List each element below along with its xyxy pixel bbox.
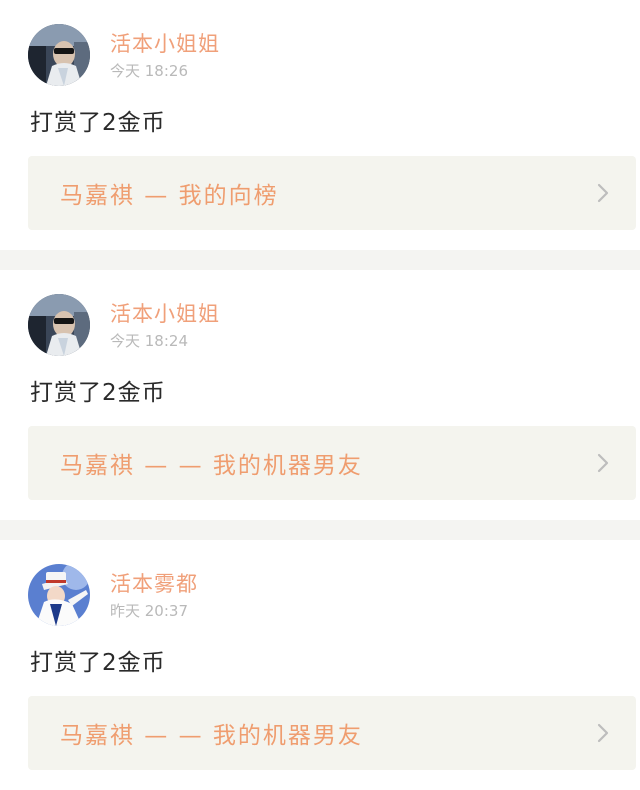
reward-feed: 活本小姐姐 今天 18:26 打赏了2金币 马嘉祺 — 我的向榜 活本小姐姐 今… — [0, 0, 640, 790]
divider — [0, 250, 640, 270]
avatar-anime-character — [28, 564, 90, 626]
work-link[interactable]: 马嘉祺 — — 我的机器男友 — [28, 696, 636, 770]
avatar[interactable] — [28, 294, 90, 356]
avatar-photo-driver — [28, 294, 90, 356]
user-name[interactable]: 活本雾都 — [110, 568, 198, 598]
work-title: 马嘉祺 — 我的向榜 — [60, 183, 279, 209]
user-name[interactable]: 活本小姐姐 — [110, 298, 220, 328]
work-link[interactable]: 马嘉祺 — 我的向榜 — [28, 156, 636, 230]
work-title: 马嘉祺 — — 我的机器男友 — [60, 723, 363, 749]
avatar-photo-driver — [28, 24, 90, 86]
reward-text: 打赏了2金币 — [30, 110, 166, 136]
work-title: 马嘉祺 — — 我的机器男友 — [60, 453, 363, 479]
feed-item: 活本雾都 昨天 20:37 打赏了2金币 马嘉祺 — — 我的机器男友 — [0, 540, 640, 790]
avatar[interactable] — [28, 24, 90, 86]
post-time: 昨天 20:37 — [110, 602, 188, 620]
post-time: 今天 18:24 — [110, 332, 188, 350]
feed-item: 活本小姐姐 今天 18:26 打赏了2金币 马嘉祺 — 我的向榜 — [0, 0, 640, 250]
avatar[interactable] — [28, 564, 90, 626]
work-link[interactable]: 马嘉祺 — — 我的机器男友 — [28, 426, 636, 500]
reward-text: 打赏了2金币 — [30, 380, 166, 406]
user-name[interactable]: 活本小姐姐 — [110, 28, 220, 58]
post-time: 今天 18:26 — [110, 62, 188, 80]
feed-item: 活本小姐姐 今天 18:24 打赏了2金币 马嘉祺 — — 我的机器男友 — [0, 270, 640, 520]
reward-text: 打赏了2金币 — [30, 650, 166, 676]
divider — [0, 520, 640, 540]
chevron-right-icon — [597, 183, 609, 203]
chevron-right-icon — [597, 453, 609, 473]
chevron-right-icon — [597, 723, 609, 743]
